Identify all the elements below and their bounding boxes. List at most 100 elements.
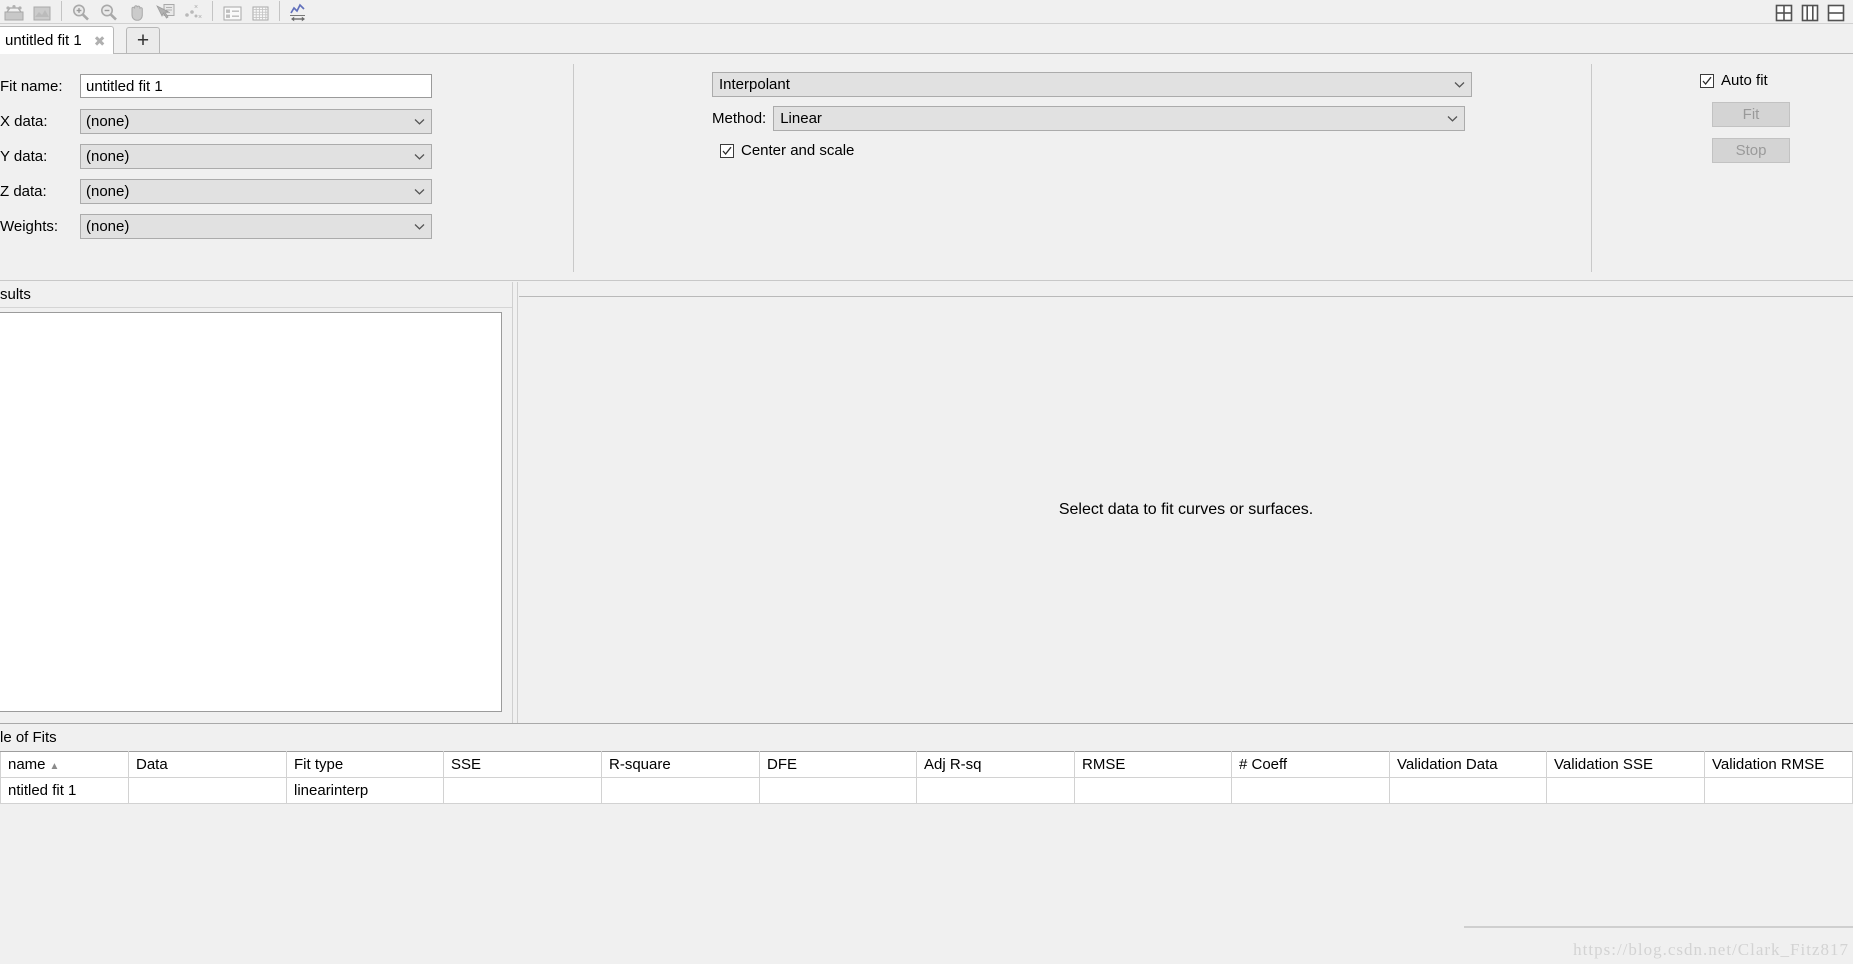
toolbar-separator: [212, 1, 213, 21]
results-panel-title: sults: [0, 282, 513, 308]
weights-label: Weights:: [0, 217, 59, 235]
fit-type-select[interactable]: Interpolant: [712, 72, 1472, 97]
method-value: Linear: [780, 110, 822, 127]
panel-divider-left: [573, 64, 574, 272]
cell-rmse: [1074, 777, 1232, 804]
chevron-down-icon: [414, 188, 425, 195]
axes-limits-icon[interactable]: [285, 0, 313, 23]
col-header-adj-r-sq[interactable]: Adj R-sq: [916, 751, 1075, 778]
results-text-area[interactable]: [0, 312, 502, 712]
results-panel: sults: [0, 282, 513, 723]
z-data-select[interactable]: (none): [80, 178, 432, 204]
x-data-select[interactable]: (none): [80, 108, 432, 134]
cell-sse: [443, 777, 602, 804]
legend-icon[interactable]: [218, 0, 246, 23]
z-data-value: (none): [86, 182, 130, 200]
fit-tab-bar: untitled fit 1 ✖ +: [0, 24, 1853, 54]
z-data-row: Z data: (none): [0, 178, 432, 204]
data-cursor-icon[interactable]: [151, 0, 179, 23]
save-fit-icon[interactable]: [28, 0, 56, 23]
checkbox-box: [720, 143, 734, 158]
center-and-scale-checkbox[interactable]: Center and scale: [720, 142, 1472, 159]
fit-name-label: Fit name:: [0, 77, 63, 95]
col-header-data[interactable]: Data: [128, 751, 287, 778]
col-header-validation-rmse[interactable]: Validation RMSE: [1704, 751, 1853, 778]
chevron-down-icon: [414, 153, 425, 160]
open-fit-icon[interactable]: [0, 0, 28, 23]
col-header-r-square[interactable]: R-square: [601, 751, 760, 778]
results-plot-splitter[interactable]: [512, 282, 518, 723]
cell-name: ntitled fit 1: [0, 777, 129, 804]
fit-name-input[interactable]: untitled fit 1: [80, 74, 432, 98]
auto-fit-label: Auto fit: [1721, 72, 1768, 89]
toolbar-axes-group: [285, 0, 313, 23]
table-header-row: name ▲ Data Fit type SSE R-square DFE Adj…: [0, 751, 1853, 778]
exclude-outliers-icon[interactable]: × ×: [179, 0, 207, 23]
y-data-value: (none): [86, 147, 130, 165]
toolbar-separator: [279, 1, 280, 21]
chevron-down-icon: [414, 223, 425, 230]
watermark-text: https://blog.csdn.net/Clark_Fitz817: [1573, 940, 1849, 959]
center-and-scale-label: Center and scale: [741, 142, 855, 159]
toolbar-view-group: × ×: [67, 0, 207, 23]
col-header-dfe[interactable]: DFE: [759, 751, 917, 778]
table-of-fits: name ▲ Data Fit type SSE R-square DFE Adj…: [0, 751, 1853, 804]
sort-ascending-icon: ▲: [49, 761, 60, 772]
col-header-validation-sse[interactable]: Validation SSE: [1546, 751, 1705, 778]
fit-button[interactable]: Fit: [1712, 102, 1790, 127]
panel-divider-right: [1591, 64, 1592, 272]
data-selection-form: Fit name: untitled fit 1 X data: (none) …: [0, 74, 432, 249]
layout-vertical-icon[interactable]: [1797, 0, 1823, 24]
layout-grid-icon[interactable]: [1771, 0, 1797, 24]
col-header-fit-type[interactable]: Fit type: [286, 751, 444, 778]
close-icon[interactable]: ✖: [94, 34, 106, 48]
method-row: Method: Linear: [712, 106, 1472, 131]
cell-adj-r-sq: [916, 777, 1075, 804]
x-data-value: (none): [86, 112, 130, 130]
cell-num-coeff: [1231, 777, 1390, 804]
auto-fit-checkbox[interactable]: Auto fit: [1700, 72, 1790, 89]
watermark-rule: [1464, 926, 1853, 928]
pan-hand-icon[interactable]: [123, 0, 151, 23]
cell-r-square: [601, 777, 760, 804]
zoom-in-icon[interactable]: [67, 0, 95, 23]
plot-placeholder-message: Select data to fit curves or surfaces.: [1058, 501, 1314, 518]
col-header-name[interactable]: name ▲: [0, 751, 129, 778]
plot-area[interactable]: Select data to fit curves or surfaces.: [519, 296, 1853, 723]
fit-type-value: Interpolant: [719, 76, 790, 93]
layout-horizontal-icon[interactable]: [1823, 0, 1849, 24]
col-header-sse[interactable]: SSE: [443, 751, 602, 778]
plus-icon: +: [136, 29, 150, 52]
col-header-num-coeff[interactable]: # Coeff: [1231, 751, 1390, 778]
y-data-row: Y data: (none): [0, 143, 432, 169]
main-toolbar: × ×: [0, 0, 1853, 24]
toolbar-file-group: [0, 0, 56, 23]
fit-actions: Auto fit Fit Stop: [1700, 72, 1790, 163]
weights-value: (none): [86, 217, 130, 235]
table-of-fits-title: le of Fits: [0, 728, 57, 746]
fit-name-value: untitled fit 1: [86, 77, 163, 95]
check-icon: [722, 146, 732, 155]
tab-untitled-fit-1[interactable]: untitled fit 1 ✖: [0, 26, 115, 54]
fit-options-panel: Fit name: untitled fit 1 X data: (none) …: [0, 54, 1853, 281]
add-fit-tab-button[interactable]: +: [126, 27, 160, 53]
method-label: Method:: [712, 110, 767, 127]
fit-button-label: Fit: [1742, 106, 1760, 123]
curve-fitting-tool-window: × × untitled fit 1 ✖ + Fit name: untitle…: [0, 0, 1853, 964]
cell-validation-data: [1389, 777, 1547, 804]
z-data-label: Z data:: [0, 182, 47, 200]
chevron-down-icon: [1454, 82, 1465, 88]
col-header-validation-data[interactable]: Validation Data: [1389, 751, 1547, 778]
svg-text:×: ×: [198, 14, 202, 21]
y-data-select[interactable]: (none): [80, 143, 432, 169]
method-select[interactable]: Linear: [773, 106, 1466, 131]
col-header-rmse[interactable]: RMSE: [1074, 751, 1232, 778]
table-row[interactable]: ntitled fit 1 linearinterp: [0, 777, 1853, 804]
svg-text:×: ×: [194, 4, 198, 11]
cell-data: [128, 777, 287, 804]
weights-select[interactable]: (none): [80, 213, 432, 239]
zoom-out-icon[interactable]: [95, 0, 123, 23]
x-data-label: X data:: [0, 112, 48, 130]
stop-button[interactable]: Stop: [1712, 138, 1790, 163]
grid-icon[interactable]: [246, 0, 274, 23]
